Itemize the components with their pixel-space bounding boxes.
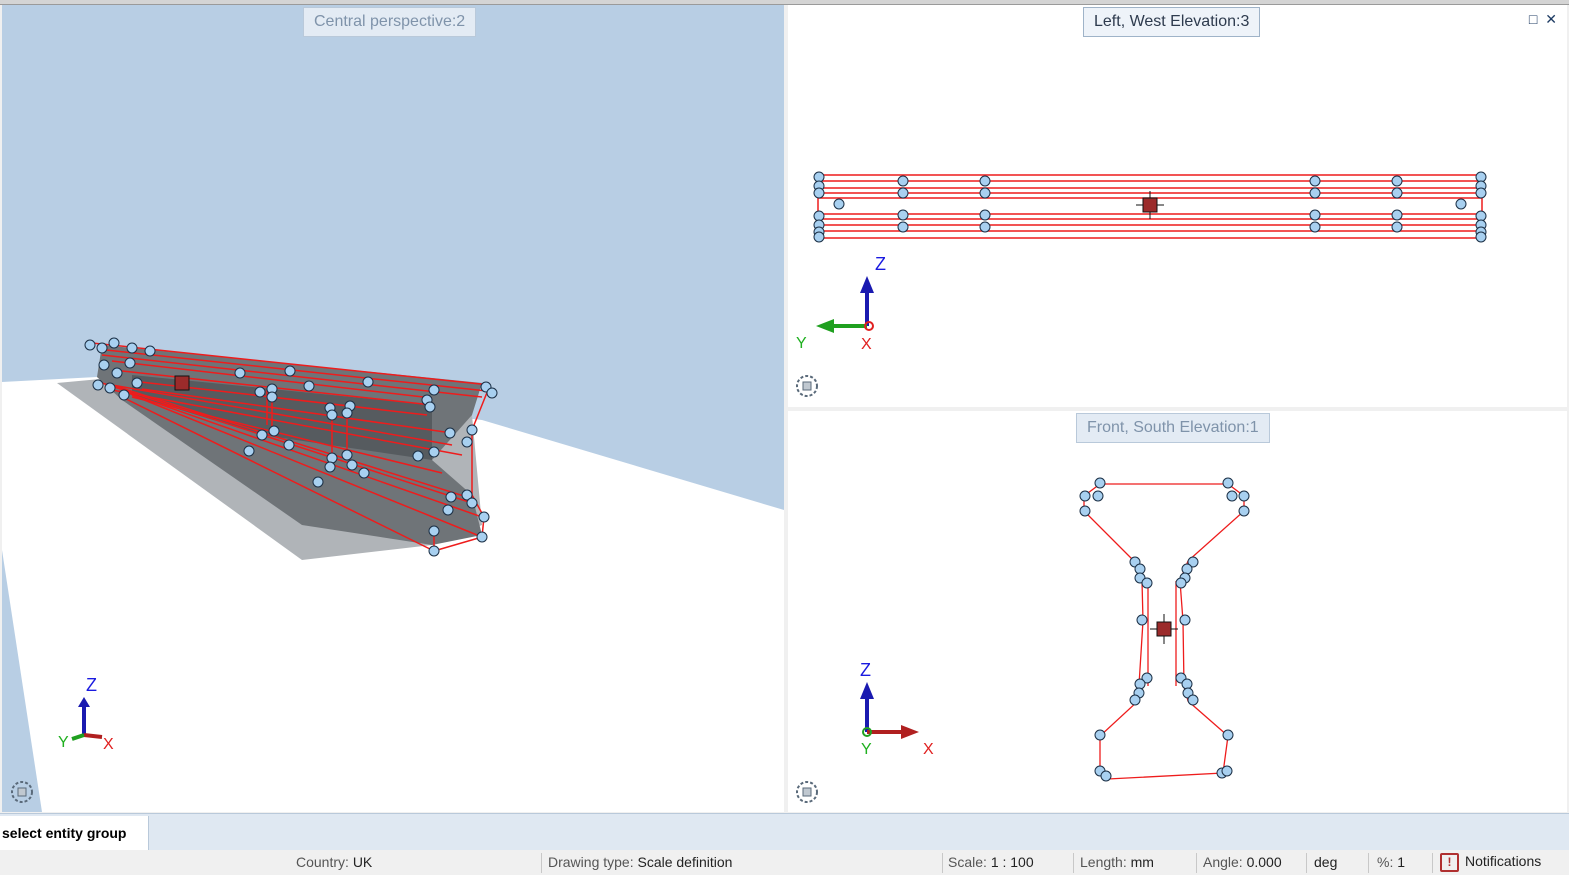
length-value: mm [1130,854,1154,870]
front-origin-marker[interactable] [1150,614,1178,644]
percent-value: 1 [1397,854,1406,870]
status-country[interactable]: Country: UK [296,854,372,870]
left-elevation-scene[interactable]: Z X Y [788,5,1567,407]
window-controls: □ ✕ [1525,11,1557,28]
scale-label: Scale: [948,854,987,870]
front-elevation-viewport[interactable]: Z X Y Front, South Elevation:1 [788,411,1567,812]
left-view-settings-icon[interactable] [796,375,818,397]
origin-marker[interactable] [174,375,190,391]
notifications-label: Notifications [1465,853,1542,870]
country-value: UK [352,854,373,870]
status-percent[interactable]: %: 1 [1377,854,1405,870]
front-z-axis-label: Z [860,660,871,680]
perspective-viewport[interactable]: Z X Y Central perspective:2 [2,5,784,812]
angle-unit[interactable]: deg [1314,854,1337,870]
drawing-type-label: Drawing type: [548,854,634,870]
x-axis-label: X [103,736,114,753]
left-axis-gizmo: Z X Y [796,254,886,353]
left-origin-marker[interactable] [1136,191,1164,219]
left-elevation-viewport[interactable]: Z X Y Left, West Elevation:3 □ ✕ [788,5,1567,407]
viewport-title-perspective[interactable]: Central perspective:2 [303,7,477,37]
divider [942,853,943,873]
front-view-settings-icon[interactable] [796,781,818,803]
status-drawing-type[interactable]: Drawing type: Scale definition [548,854,732,870]
front-axis-gizmo: Z X Y [860,660,934,758]
y-axis-label: Y [58,734,69,751]
divider [541,853,542,873]
divider [1073,853,1074,873]
scale-value: 1 : 100 [990,854,1034,870]
left-y-axis-label: Y [796,335,807,352]
divider [1196,853,1197,873]
z-axis-label: Z [86,675,97,695]
command-bar: select entity group [0,813,1569,850]
viewport-title-left[interactable]: Left, West Elevation:3 [1083,7,1261,37]
command-prompt: select entity group [0,816,149,850]
front-elevation-scene[interactable]: Z X Y [788,411,1567,812]
perspective-axis-gizmo: Z X Y [58,675,114,753]
length-label: Length: [1080,854,1127,870]
left-z-axis-label: Z [875,254,886,274]
left-x-axis-label: X [861,336,872,353]
close-icon[interactable]: ✕ [1545,11,1557,28]
notification-icon: ! [1440,853,1459,872]
viewport-title-front[interactable]: Front, South Elevation:1 [1076,413,1270,443]
perspective-scene[interactable]: Z X Y [2,5,784,812]
restore-icon[interactable]: □ [1529,11,1537,27]
country-label: Country: [296,854,349,870]
status-bar: Country: UK Drawing type: Scale definiti… [0,850,1569,875]
sky-sliver [2,550,42,812]
front-x-axis-label: X [923,741,934,758]
angle-label: Angle: [1203,854,1243,870]
notifications-button[interactable]: ! Notifications [1440,853,1541,872]
drawing-type-value: Scale definition [637,854,733,870]
divider [1368,853,1369,873]
status-length[interactable]: Length: mm [1080,854,1154,870]
front-y-axis-label: Y [861,741,872,758]
divider [1432,853,1433,873]
divider [1306,853,1307,873]
status-angle[interactable]: Angle: 0.000 [1203,854,1282,870]
angle-value: 0.000 [1246,854,1282,870]
status-scale[interactable]: Scale: 1 : 100 [948,854,1034,870]
percent-label: %: [1377,854,1394,870]
